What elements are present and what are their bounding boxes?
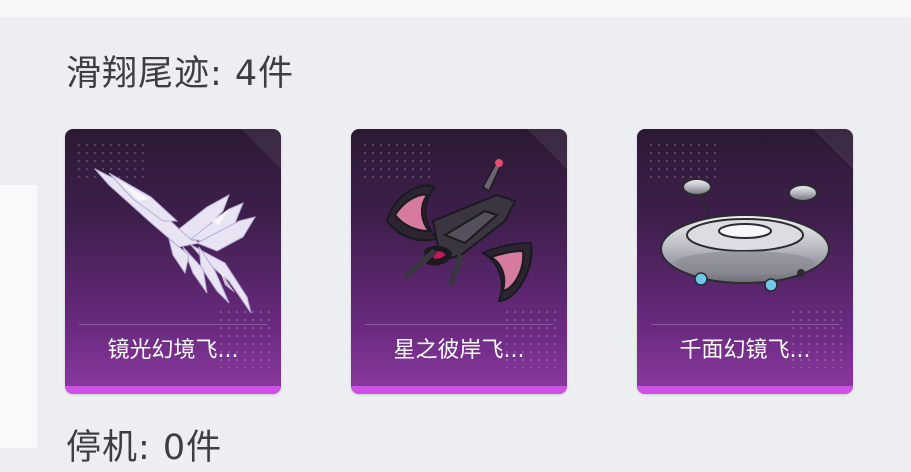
section-title: 滑翔尾迹: 4件 — [66, 54, 295, 94]
rarity-bar — [637, 386, 853, 394]
item-name: 千面幻镜飞... — [679, 338, 811, 363]
dark-wing-glider-icon — [385, 159, 533, 303]
rarity-bar — [65, 386, 281, 394]
card-divider — [365, 324, 553, 325]
item-card-3[interactable]: 千面幻镜飞... — [637, 129, 853, 394]
next-section-title: 停机: 0件 — [66, 428, 223, 468]
item-card-2[interactable]: 星之彼岸飞... — [351, 129, 567, 394]
crystal-wing-trail-icon — [94, 168, 257, 314]
card-divider — [651, 324, 839, 325]
item-name: 镜光幻境飞... — [107, 338, 239, 363]
rarity-bar — [351, 386, 567, 394]
item-card-1[interactable]: 镜光幻境飞... — [65, 129, 281, 394]
item-name: 星之彼岸飞... — [393, 338, 525, 363]
top-bar — [0, 0, 911, 17]
silver-ufo-icon — [660, 178, 830, 292]
left-panel — [0, 185, 37, 448]
card-divider — [79, 324, 267, 325]
